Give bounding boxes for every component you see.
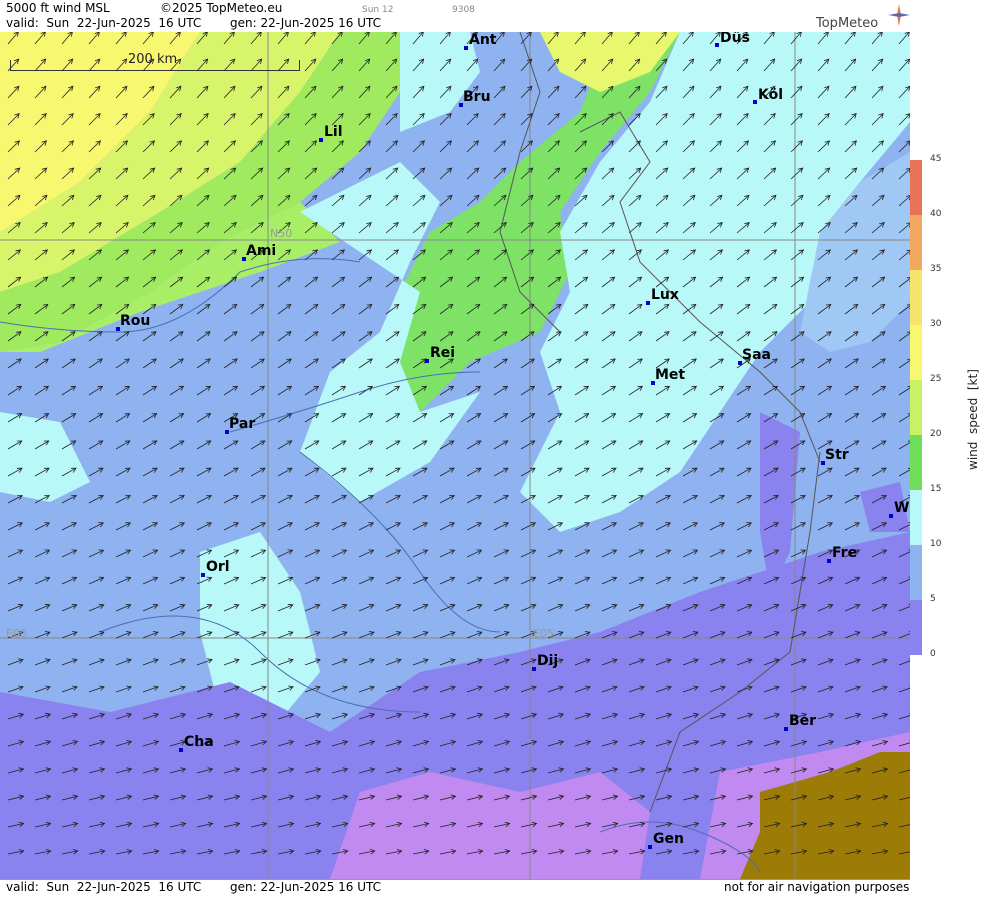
city-label: Met: [655, 367, 685, 383]
city-marker: [425, 359, 429, 363]
city-marker: [464, 46, 468, 50]
grid-label-e00: E00: [6, 627, 27, 640]
legend-tick-label: 0: [930, 649, 936, 659]
city-marker: [715, 43, 719, 47]
legend-swatch: [910, 600, 922, 655]
city-label: Düs: [720, 30, 750, 46]
legend-tick-label: 10: [930, 539, 941, 549]
small-code-label: 9308: [452, 5, 475, 15]
city-marker: [319, 138, 323, 142]
legend-tick-label: 15: [930, 484, 941, 494]
legend-panel: 45 40 35 30 25 20 15 10 5 0: [910, 0, 1000, 893]
city-label: Ant: [469, 32, 497, 48]
grid-label-n50: N50: [270, 227, 292, 240]
small-run-label: Sun 12: [362, 5, 393, 15]
logo-text: TopMeteo: [816, 16, 878, 31]
city-label: Rei: [430, 345, 455, 361]
legend-tick-label: 30: [930, 319, 941, 329]
legend-tick-label: 25: [930, 374, 941, 384]
city-label: Saa: [742, 347, 771, 363]
disclaimer: not for air navigation purposes: [724, 880, 909, 894]
city-marker: [201, 573, 205, 577]
footer-gen-time: gen: 22-Jun-2025 16 UTC: [230, 880, 381, 894]
grid-label-e05: E05: [533, 627, 554, 640]
city-label: Bru: [463, 89, 491, 105]
topmeteo-logo: TopMeteo: [816, 16, 878, 31]
wind-field: [0, 32, 910, 879]
legend-swatch: [910, 490, 922, 545]
footer-valid-time: valid: Sun 22-Jun-2025 16 UTC: [6, 880, 201, 894]
legend-tick-label: 40: [930, 209, 941, 219]
footer-bar: valid: Sun 22-Jun-2025 16 UTC gen: 22-Ju…: [0, 879, 910, 894]
gen-time: gen: 22-Jun-2025 16 UTC: [230, 16, 381, 30]
legend-tick-label: 5: [930, 594, 936, 604]
city-marker: [532, 667, 536, 671]
city-marker: [648, 845, 652, 849]
legend-tick-label: 45: [930, 154, 941, 164]
legend-swatch: [910, 435, 922, 490]
legend-swatch: [910, 545, 922, 600]
wind-map: [0, 32, 910, 879]
city-label: Orl: [206, 559, 230, 575]
legend-swatch: [910, 380, 922, 435]
city-label: Gen: [653, 831, 684, 847]
map-title: 5000 ft wind MSL: [6, 1, 110, 15]
city-label: Lil: [324, 124, 343, 140]
city-label: Ber: [789, 713, 816, 729]
city-marker: [827, 559, 831, 563]
city-label: Rou: [120, 313, 150, 329]
city-marker: [179, 748, 183, 752]
city-label: Par: [229, 416, 255, 432]
legend-swatch: [910, 270, 922, 325]
legend-title: wind speed [kt]: [966, 369, 980, 470]
legend-swatch: [910, 160, 922, 215]
legend-colorbar: [910, 0, 1000, 893]
compass-icon: [888, 4, 910, 26]
city-label: Dij: [537, 653, 558, 669]
city-label: Fre: [832, 545, 857, 561]
city-label: Ami: [246, 243, 276, 259]
city-label: Cha: [184, 734, 214, 750]
header-bar: 5000 ft wind MSL ©2025 TopMeteo.eu Sun 1…: [0, 0, 910, 32]
city-label: Köl: [758, 87, 783, 103]
legend-tick-label: 35: [930, 264, 941, 274]
legend-swatch: [910, 325, 922, 380]
city-marker: [889, 514, 893, 518]
city-marker: [646, 301, 650, 305]
legend-swatch: [910, 215, 922, 270]
city-marker: [784, 727, 788, 731]
legend-tick-label: 20: [930, 429, 941, 439]
city-label: Lux: [651, 287, 679, 303]
scale-label: 200 km: [128, 52, 177, 67]
valid-time: valid: Sun 22-Jun-2025 16 UTC: [6, 16, 201, 30]
copyright: ©2025 TopMeteo.eu: [160, 1, 282, 15]
city-label: W: [894, 500, 909, 516]
city-label: Str: [825, 447, 849, 463]
city-marker: [753, 100, 757, 104]
